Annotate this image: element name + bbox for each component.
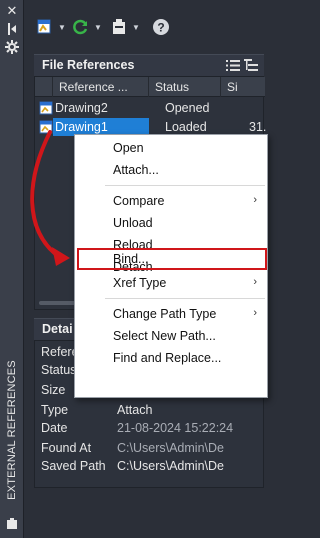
chevron-down-icon[interactable]: ▼ [58,23,66,32]
menu-item-open[interactable]: Open [113,141,144,155]
reference-status: Loaded [165,120,207,134]
change-path-button[interactable]: ▼ [110,16,140,38]
reference-size: 31. [249,120,267,134]
reference-status: Opened [165,101,210,115]
detail-value: C:\Users\Admin\De [117,459,224,473]
menu-item-compare[interactable]: Compare [113,194,164,208]
submenu-arrow-icon: › [253,307,257,319]
table-row[interactable]: Drawing2 Opened [35,99,265,117]
list-view-icon[interactable] [226,59,240,72]
change-path-icon [110,18,128,36]
menu-item-unload[interactable]: Unload [113,216,153,230]
file-references-title: File References [42,58,135,72]
drawing-file-icon [39,101,53,115]
menu-item-find-and-replace[interactable]: Find and Replace... [113,351,221,365]
menu-separator [105,298,265,299]
chevron-down-icon[interactable]: ▼ [94,23,102,32]
attach-dwg-icon [36,18,54,36]
palette-menu-icon[interactable] [5,518,19,532]
palette-title-text: EXTERNAL REFERENCES [6,360,18,500]
context-menu: Open Attach... Compare › Unload Reload D… [74,134,268,398]
submenu-arrow-icon: › [253,194,257,206]
reference-name: Drawing1 [55,120,108,134]
detail-value: 21-08-2024 15:22:24 [117,421,234,435]
tree-view-icon[interactable] [244,59,258,72]
menu-item-select-new-path[interactable]: Select New Path... [113,329,216,343]
column-icon [35,77,53,97]
detail-key: Status [41,363,77,377]
column-status[interactable]: Status [149,77,221,97]
toolbar: ▼ ▼ ▼ ? [24,0,268,48]
submenu-arrow-icon: › [253,276,257,288]
highlight-box [77,248,267,270]
autohide-icon[interactable] [5,22,19,36]
help-icon: ? [152,18,170,36]
palette-title-strip: ✕ EXTERNAL REFERENCES [0,0,24,538]
menu-item-bind[interactable]: Bind... [113,252,148,266]
attach-dwg-button[interactable]: ▼ [36,16,66,38]
drawing-file-icon [39,120,53,134]
menu-item-change-path-type[interactable]: Change Path Type [113,307,216,321]
detail-key: Date [41,421,68,435]
refresh-button[interactable]: ▼ [72,16,102,38]
help-button[interactable]: ? [152,16,170,38]
palette-title-label: EXTERNAL REFERENCES [4,350,20,510]
menu-item-xref-type[interactable]: Xref Type [113,276,166,290]
detail-key: Found At [41,441,92,455]
detail-key: Saved Path [41,459,106,473]
refresh-icon [72,18,90,36]
details-title: Detai [42,322,73,336]
reference-name: Drawing2 [55,101,108,115]
column-size[interactable]: Si [221,77,265,97]
menu-item-attach[interactable]: Attach... [113,163,159,177]
chevron-down-icon[interactable]: ▼ [132,23,140,32]
file-references-header: File References [34,54,264,76]
svg-text:?: ? [157,21,164,35]
column-headers: Reference ... Status Si [35,77,265,97]
detail-value: Attach [117,403,153,417]
menu-separator [105,185,265,186]
detail-key: Size [41,383,66,397]
detail-key: Type [41,403,69,417]
detail-key: Refere [41,345,79,359]
close-icon[interactable]: ✕ [5,4,19,18]
column-reference-name[interactable]: Reference ... [53,77,149,97]
properties-icon[interactable] [5,40,19,54]
detail-value: C:\Users\Admin\De [117,441,224,455]
